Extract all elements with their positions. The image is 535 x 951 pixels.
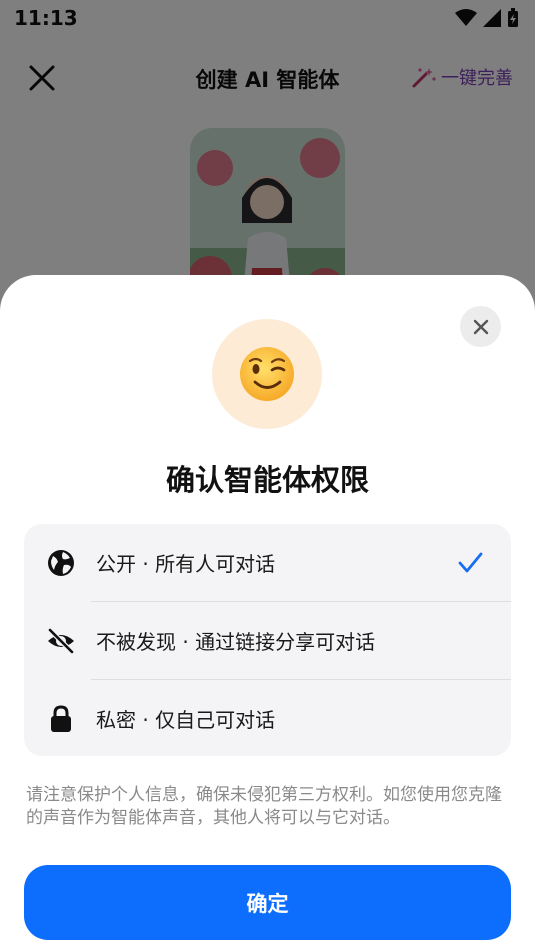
option-label: 不被发现 · 通过链接分享可对话 [96, 630, 376, 654]
globe-icon [48, 550, 74, 576]
sheet-close-button[interactable] [460, 306, 501, 347]
close-icon [473, 319, 488, 334]
option-label: 公开 · 所有人可对话 [96, 552, 276, 576]
winking-face-icon [240, 347, 294, 401]
checkmark-icon [458, 552, 483, 573]
option-public[interactable]: 公开 · 所有人可对话 [24, 524, 511, 601]
lock-icon [51, 705, 71, 732]
option-private[interactable]: 私密 · 仅自己可对话 [24, 680, 511, 756]
eye-off-icon [47, 627, 75, 655]
permission-options: 公开 · 所有人可对话 不被发现 · 通过链接分享可对话 私密 · 仅自己可对话 [24, 524, 511, 756]
emoji-badge [212, 319, 322, 429]
permission-bottom-sheet: 确认智能体权限 公开 · 所有人可对话 不被发现 · 通过链接分享可对话 私密 … [0, 275, 535, 951]
privacy-notice: 请注意保护个人信息，确保未侵犯第三方权利。如您使用您克隆的声音作为智能体声音，其… [26, 785, 502, 828]
option-label: 私密 · 仅自己可对话 [96, 708, 276, 732]
confirm-button[interactable]: 确定 [24, 865, 511, 940]
option-unlisted[interactable]: 不被发现 · 通过链接分享可对话 [24, 602, 511, 679]
sheet-title: 确认智能体权限 [165, 463, 369, 497]
